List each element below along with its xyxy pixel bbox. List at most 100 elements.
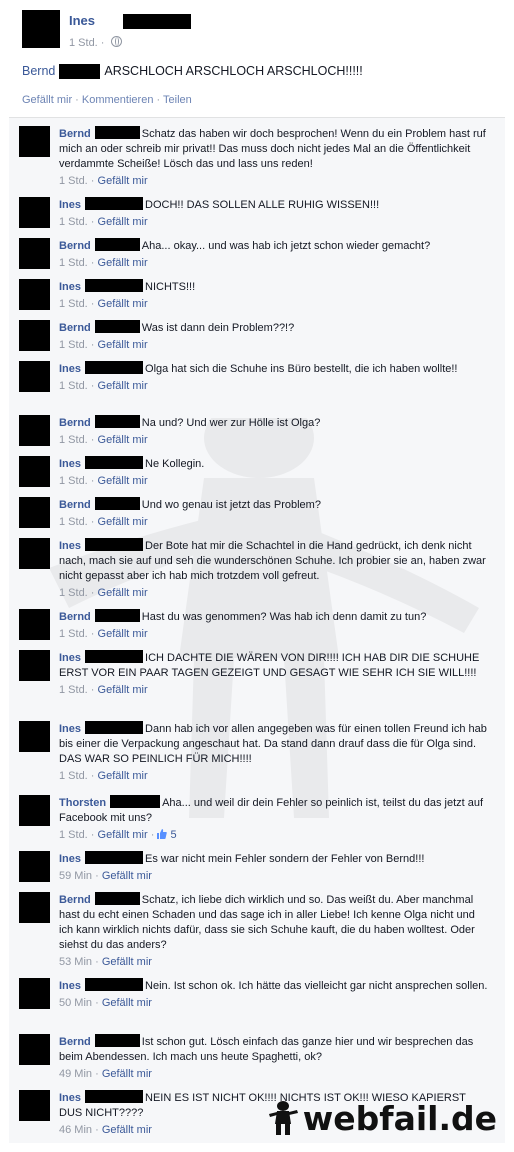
comment-like-button[interactable]: Gefällt mir	[98, 829, 148, 841]
comment-author[interactable]: Ines	[59, 980, 81, 992]
comment-like-button[interactable]: Gefällt mir	[102, 1124, 152, 1136]
comment-time[interactable]: 1 Std.	[59, 298, 88, 310]
comment-meta: 1 Std. · Gefällt mir	[59, 175, 148, 187]
comment-time[interactable]: 1 Std.	[59, 475, 88, 487]
comment-meta: 1 Std. · Gefällt mir	[59, 684, 148, 696]
like-count[interactable]: 5	[171, 829, 177, 841]
comment-like-button[interactable]: Gefällt mir	[98, 339, 148, 351]
comment-time[interactable]: 1 Std.	[59, 216, 88, 228]
comment-body: Thorsten Aha... und weil dir dein Fehler …	[59, 795, 491, 843]
avatar[interactable]	[19, 609, 50, 640]
share-button[interactable]: Teilen	[163, 94, 192, 106]
comment-author[interactable]: Bernd	[59, 417, 91, 429]
avatar[interactable]	[19, 978, 50, 1009]
comment-author[interactable]: Ines	[59, 540, 81, 552]
comment-like-button[interactable]: Gefällt mir	[98, 380, 148, 392]
comment-author[interactable]: Bernd	[59, 894, 91, 906]
comment-author[interactable]: Bernd	[59, 611, 91, 623]
comment-like-button[interactable]: Gefällt mir	[98, 434, 148, 446]
comment-time[interactable]: 46 Min	[59, 1124, 92, 1136]
redacted-name	[85, 721, 144, 734]
comment-time[interactable]: 59 Min	[59, 870, 92, 882]
avatar[interactable]	[19, 320, 50, 351]
comment-author[interactable]: Ines	[59, 652, 81, 664]
post-time[interactable]: 1 Std.	[69, 37, 98, 49]
post-text: Bernd ARSCHLOCH ARSCHLOCH ARSCHLOCH!!!!!	[22, 64, 363, 80]
comment-like-button[interactable]: Gefällt mir	[98, 298, 148, 310]
comment-meta: 50 Min · Gefällt mir	[59, 997, 152, 1009]
avatar[interactable]	[19, 456, 50, 487]
globe-icon	[110, 36, 122, 47]
comment-time[interactable]: 1 Std.	[59, 587, 88, 599]
comment-author[interactable]: Bernd	[59, 128, 91, 140]
comment-time[interactable]: 1 Std.	[59, 516, 88, 528]
comment-like-button[interactable]: Gefällt mir	[98, 257, 148, 269]
comment-time[interactable]: 1 Std.	[59, 434, 88, 446]
avatar[interactable]	[19, 538, 50, 569]
comment-like-button[interactable]: Gefällt mir	[102, 870, 152, 882]
like-button[interactable]: Gefällt mir	[22, 94, 72, 106]
comment-time[interactable]: 1 Std.	[59, 257, 88, 269]
post-mention[interactable]: Bernd	[22, 64, 55, 78]
avatar[interactable]	[19, 279, 50, 310]
redacted-name	[94, 609, 140, 622]
avatar[interactable]	[19, 892, 50, 923]
comment-meta: 1 Std. · Gefällt mir	[59, 770, 148, 782]
comment-author[interactable]: Ines	[59, 363, 81, 375]
avatar[interactable]	[19, 1034, 50, 1065]
comment-author[interactable]: Bernd	[59, 322, 91, 334]
avatar[interactable]	[19, 197, 50, 228]
avatar[interactable]	[19, 361, 50, 392]
comment-author[interactable]: Ines	[59, 199, 81, 211]
comment-time[interactable]: 1 Std.	[59, 380, 88, 392]
comment-time[interactable]: 1 Std.	[59, 175, 88, 187]
comment-like-button[interactable]: Gefällt mir	[98, 628, 148, 640]
comment-author[interactable]: Ines	[59, 853, 81, 865]
avatar[interactable]	[19, 415, 50, 446]
redacted-name	[94, 892, 140, 905]
comment-meta: 1 Std. · Gefällt mir · 5	[59, 829, 177, 841]
avatar[interactable]	[19, 126, 50, 157]
avatar[interactable]	[19, 795, 50, 826]
comment-like-button[interactable]: Gefällt mir	[102, 997, 152, 1009]
comment-body: Ines Dann hab ich vor allen angegeben was…	[59, 721, 491, 784]
comment-author[interactable]: Bernd	[59, 240, 91, 252]
comment-button[interactable]: Kommentieren	[82, 94, 154, 106]
post-author[interactable]: Ines	[69, 13, 95, 28]
comment-author[interactable]: Ines	[59, 281, 81, 293]
comment-author[interactable]: Bernd	[59, 1036, 91, 1048]
comment-time[interactable]: 1 Std.	[59, 829, 88, 841]
comment-time[interactable]: 1 Std.	[59, 339, 88, 351]
comment-like-button[interactable]: Gefällt mir	[98, 216, 148, 228]
comment-like-button[interactable]: Gefällt mir	[98, 516, 148, 528]
comment-time[interactable]: 53 Min	[59, 956, 92, 968]
avatar[interactable]	[22, 10, 60, 48]
comment-author[interactable]: Ines	[59, 723, 81, 735]
avatar[interactable]	[19, 497, 50, 528]
comment-like-button[interactable]: Gefällt mir	[98, 475, 148, 487]
comment-time[interactable]: 49 Min	[59, 1068, 92, 1080]
comment-author[interactable]: Ines	[59, 1092, 81, 1104]
comment-time[interactable]: 1 Std.	[59, 684, 88, 696]
comment-time[interactable]: 50 Min	[59, 997, 92, 1009]
comment-like-button[interactable]: Gefällt mir	[98, 175, 148, 187]
comment-author[interactable]: Ines	[59, 458, 81, 470]
avatar[interactable]	[19, 650, 50, 681]
comment-meta: 1 Std. · Gefällt mir	[59, 516, 148, 528]
comment-meta: 1 Std. · Gefällt mir	[59, 380, 148, 392]
comment-like-button[interactable]: Gefällt mir	[98, 684, 148, 696]
avatar[interactable]	[19, 851, 50, 882]
comment-like-button[interactable]: Gefällt mir	[102, 956, 152, 968]
comment-author[interactable]: Bernd	[59, 499, 91, 511]
comment-like-button[interactable]: Gefällt mir	[98, 770, 148, 782]
redacted-name	[94, 497, 140, 510]
comment-body: Ines Der Bote hat mir die Schachtel in di…	[59, 538, 491, 601]
comment-like-button[interactable]: Gefällt mir	[102, 1068, 152, 1080]
avatar[interactable]	[19, 721, 50, 752]
comment-time[interactable]: 1 Std.	[59, 628, 88, 640]
comment-like-button[interactable]: Gefällt mir	[98, 587, 148, 599]
avatar[interactable]	[19, 1090, 50, 1121]
comment-time[interactable]: 1 Std.	[59, 770, 88, 782]
comment-author[interactable]: Thorsten	[59, 797, 106, 809]
avatar[interactable]	[19, 238, 50, 269]
